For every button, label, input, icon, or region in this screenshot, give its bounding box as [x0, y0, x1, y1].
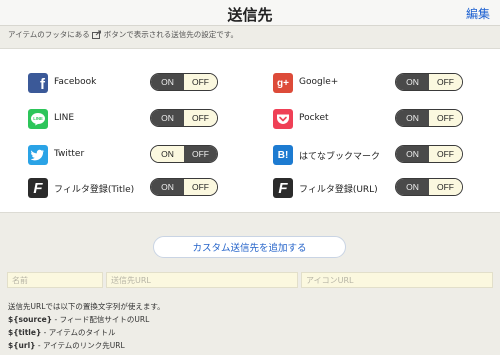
toggle-on-option[interactable]: ON — [396, 179, 429, 195]
filter-title-icon: F — [28, 178, 48, 198]
services-panel: f Facebook ON OFF g+ Google+ ON OFF LINE… — [0, 48, 500, 213]
help-key: ${title} — [8, 328, 42, 337]
service-label: Facebook — [54, 77, 97, 87]
service-label: Twitter — [54, 149, 85, 159]
edit-button[interactable]: 編集 — [466, 5, 490, 22]
pocket-icon — [273, 109, 293, 129]
help-line-url: ${url} - アイテムのリンク先URL — [8, 340, 125, 351]
toggle-on-option[interactable]: ON — [151, 74, 184, 90]
service-label: Google+ — [299, 77, 339, 87]
googleplus-icon: g+ — [273, 73, 293, 93]
twitter-icon — [28, 145, 48, 165]
toggle-on-option[interactable]: ON — [396, 146, 429, 162]
toggle-on-option[interactable]: ON — [151, 146, 184, 162]
service-label: LINE — [54, 113, 75, 123]
toggle-off-option[interactable]: OFF — [184, 110, 217, 126]
help-line-source: ${source} - フィード配信サイトのURL — [8, 314, 149, 325]
nav-bar: 送信先 編集 — [0, 0, 500, 26]
toggle-pocket[interactable]: ON OFF — [395, 109, 463, 127]
toggle-on-option[interactable]: ON — [396, 74, 429, 90]
help-desc: - アイテムのタイトル — [41, 328, 116, 337]
toggle-off-option[interactable]: OFF — [184, 146, 217, 162]
description-text-before: アイテムのフッタにある — [8, 30, 90, 39]
toggle-off-option[interactable]: OFF — [429, 110, 462, 126]
help-line-title: ${title} - アイテムのタイトル — [8, 327, 116, 338]
toggle-twitter[interactable]: ON OFF — [150, 145, 218, 163]
service-label: フィルタ登録(URL) — [299, 185, 378, 195]
share-icon — [91, 30, 102, 39]
svg-text:LINE: LINE — [33, 116, 43, 121]
toggle-filter-title[interactable]: ON OFF — [150, 178, 218, 196]
toggle-line[interactable]: ON OFF — [150, 109, 218, 127]
page-title: 送信先 — [227, 6, 273, 24]
toggle-off-option[interactable]: OFF — [184, 179, 217, 195]
help-intro: 送信先URLでは以下の置換文字列が使えます。 — [8, 302, 165, 311]
filter-url-icon: F — [273, 178, 293, 198]
toggle-facebook[interactable]: ON OFF — [150, 73, 218, 91]
toggle-filter-url[interactable]: ON OFF — [395, 178, 463, 196]
toggle-on-option[interactable]: ON — [151, 110, 184, 126]
help-desc: - アイテムのリンク先URL — [35, 341, 125, 350]
help-key: ${url} — [8, 341, 36, 350]
facebook-icon: f — [28, 73, 48, 93]
line-icon: LINE — [28, 109, 48, 129]
toggle-hatena[interactable]: ON OFF — [395, 145, 463, 163]
destination-url-field[interactable] — [106, 272, 298, 288]
toggle-googleplus[interactable]: ON OFF — [395, 73, 463, 91]
hatena-bookmark-icon: B! — [273, 145, 293, 165]
toggle-off-option[interactable]: OFF — [429, 74, 462, 90]
toggle-on-option[interactable]: ON — [396, 110, 429, 126]
settings-description: アイテムのフッタにある ボタンで表示される送信先の設定です。 — [8, 29, 238, 40]
name-field[interactable] — [7, 272, 103, 288]
toggle-off-option[interactable]: OFF — [429, 146, 462, 162]
service-label: はてなブックマーク — [299, 152, 381, 162]
toggle-off-option[interactable]: OFF — [429, 179, 462, 195]
toggle-on-option[interactable]: ON — [151, 179, 184, 195]
description-text-after: ボタンで表示される送信先の設定です。 — [103, 30, 238, 39]
toggle-off-option[interactable]: OFF — [184, 74, 217, 90]
icon-url-field[interactable] — [301, 272, 493, 288]
help-key: ${source} — [8, 315, 53, 324]
service-label: フィルタ登録(Title) — [54, 185, 135, 195]
help-desc: - フィード配信サイトのURL — [52, 315, 150, 324]
service-label: Pocket — [299, 113, 329, 123]
add-custom-destination-button[interactable]: カスタム送信先を追加する — [153, 236, 346, 258]
